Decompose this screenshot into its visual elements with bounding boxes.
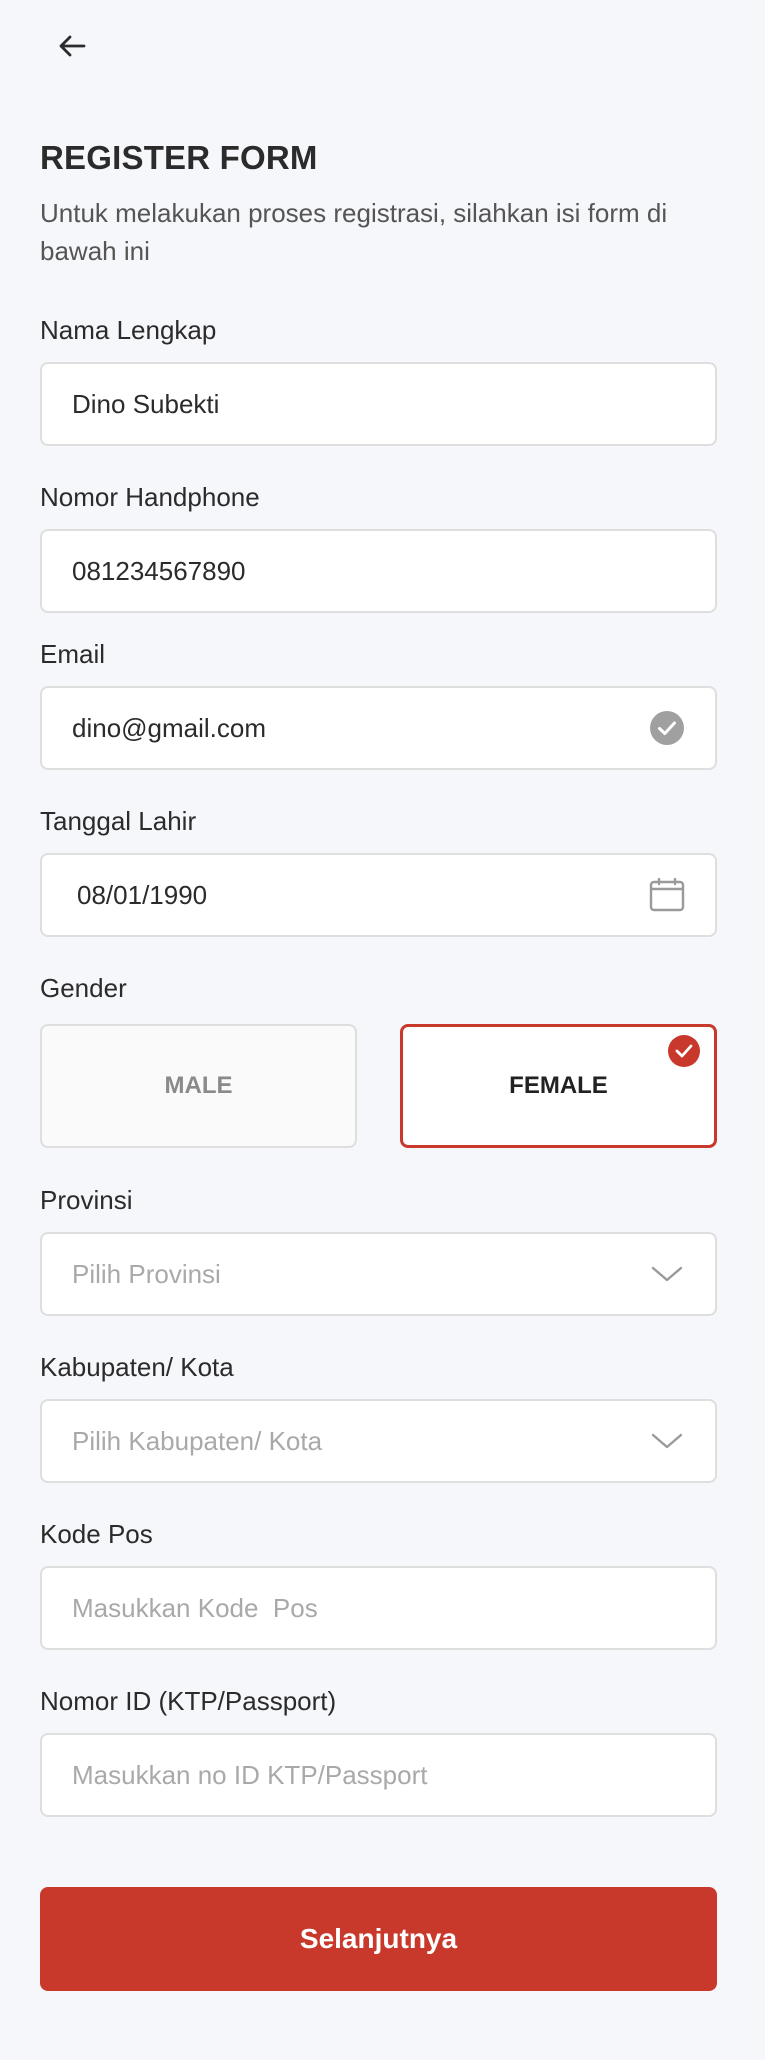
- back-button[interactable]: [48, 24, 96, 72]
- province-select[interactable]: Pilih Provinsi: [40, 1232, 717, 1316]
- birth-date-field[interactable]: 08/01/1990: [40, 853, 717, 937]
- postal-code-label: Kode Pos: [40, 1519, 153, 1549]
- page-title: REGISTER FORM: [40, 139, 318, 176]
- chevron-down-icon: [649, 1423, 685, 1459]
- arrow-left-icon: [58, 34, 86, 63]
- postal-code-input[interactable]: Masukkan Kode Pos: [40, 1566, 717, 1650]
- full-name-value: Dino Subekti: [72, 388, 220, 419]
- next-button[interactable]: Selanjutnya: [40, 1887, 717, 1991]
- gender-male-button[interactable]: MALE: [40, 1024, 357, 1148]
- selected-check-icon: [668, 1035, 700, 1067]
- gender-male-label: MALE: [164, 1072, 233, 1099]
- city-label: Kabupaten/ Kota: [40, 1352, 234, 1382]
- province-placeholder: Pilih Provinsi: [72, 1258, 221, 1289]
- gender-female-label: FEMALE: [509, 1072, 608, 1099]
- city-select[interactable]: Pilih Kabupaten/ Kota: [40, 1399, 717, 1483]
- phone-field[interactable]: 081234567890: [40, 529, 717, 613]
- next-button-label: Selanjutnya: [299, 1923, 458, 1954]
- chevron-down-icon: [649, 1256, 685, 1292]
- full-name-label: Nama Lengkap: [40, 315, 217, 345]
- phone-value: 081234567890: [72, 555, 246, 586]
- check-circle-icon: [649, 710, 685, 746]
- province-label: Provinsi: [40, 1185, 133, 1215]
- email-label: Email: [40, 639, 106, 669]
- gender-options: MALE FEMALE: [40, 1024, 717, 1148]
- id-number-input[interactable]: Masukkan no ID KTP/Passport: [40, 1733, 717, 1817]
- full-name-field[interactable]: Dino Subekti: [40, 362, 717, 446]
- phone-label: Nomor Handphone: [40, 482, 260, 512]
- page-subtitle: Untuk melakukan proses registrasi, silah…: [40, 198, 668, 266]
- birth-date-label: Tanggal Lahir: [40, 806, 197, 836]
- gender-label: Gender: [40, 973, 127, 1003]
- postal-code-placeholder: Masukkan Kode Pos: [72, 1592, 318, 1623]
- birth-date-value: 08/01/1990: [77, 879, 208, 910]
- id-number-label: Nomor ID (KTP/Passport): [40, 1686, 337, 1716]
- gender-female-button[interactable]: FEMALE: [400, 1024, 717, 1148]
- city-placeholder: Pilih Kabupaten/ Kota: [72, 1425, 323, 1456]
- id-number-placeholder: Masukkan no ID KTP/Passport: [72, 1759, 428, 1790]
- calendar-icon[interactable]: [649, 877, 685, 913]
- email-value: dino@gmail.com: [72, 712, 267, 743]
- email-field[interactable]: dino@gmail.com: [40, 686, 717, 770]
